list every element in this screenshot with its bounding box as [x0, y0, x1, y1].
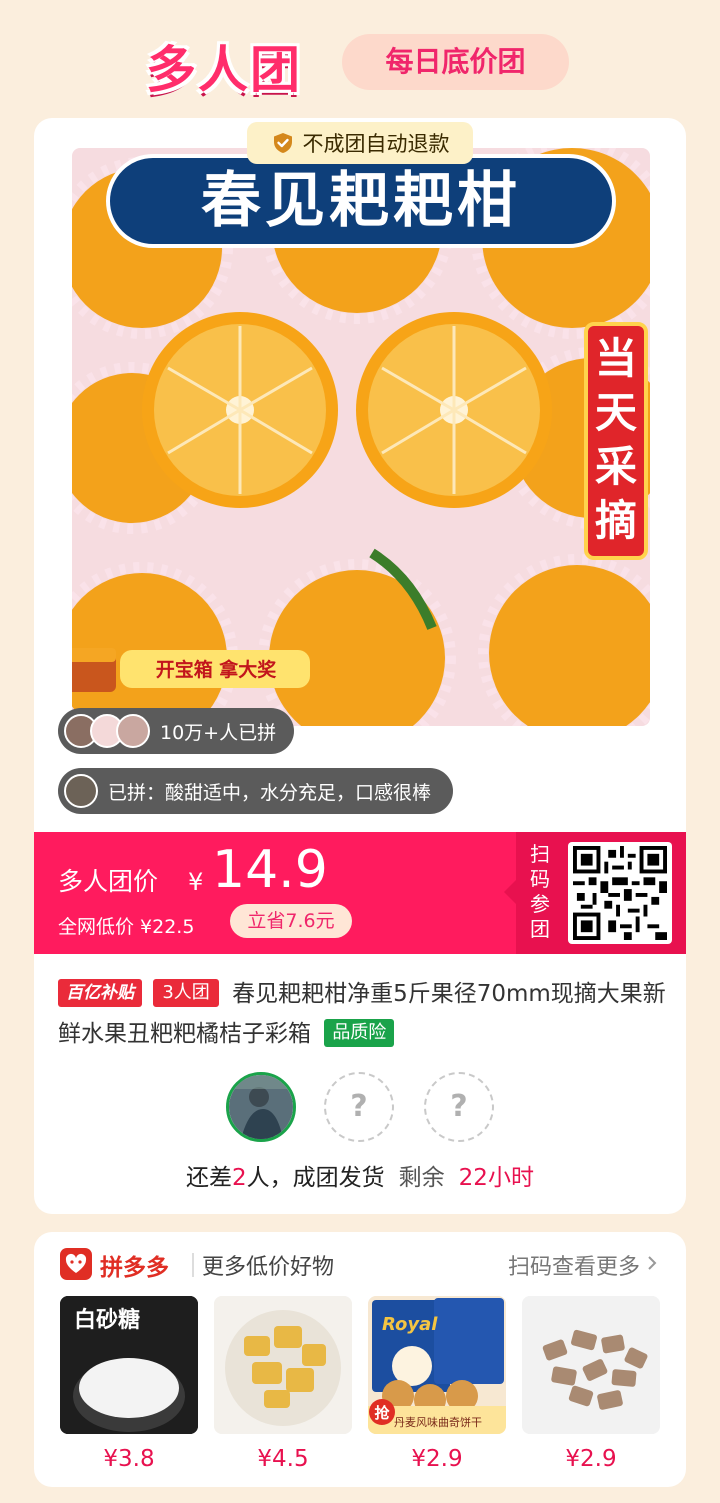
- product-price: ¥4.5: [257, 1446, 309, 1472]
- currency-symbol: ¥: [188, 868, 204, 896]
- status-prefix: 还差: [186, 1165, 233, 1191]
- group-size-badge: 3人团: [153, 979, 219, 1007]
- save-amount-badge: 立省7.6元: [230, 904, 352, 938]
- divider: [192, 1253, 194, 1277]
- time-left-value: 22小时: [458, 1165, 534, 1191]
- crackers-image: [522, 1296, 660, 1434]
- scan-to-join-label: 扫码参团: [530, 842, 550, 941]
- product-title-block[interactable]: 百亿补贴 3人团 春见耙耙柑净重5斤果径70mm现摘大果新鲜水果丑粑粑橘桔子彩箱…: [58, 974, 668, 1054]
- product-price: ¥2.9: [411, 1446, 463, 1472]
- joined-count-pill: 10万+人已拼: [58, 708, 295, 754]
- pinduoduo-logo-icon: [60, 1248, 92, 1280]
- picked-today-tag: 当天采摘: [594, 334, 637, 545]
- treasure-promo-text[interactable]: 开宝箱 拿大奖: [126, 656, 306, 684]
- product-price: ¥2.9: [565, 1446, 617, 1472]
- product-price: ¥3.8: [103, 1446, 155, 1472]
- status-suffix: 人，成团发货: [246, 1165, 385, 1191]
- grab-tag: 抢: [374, 1404, 390, 1422]
- qr-code[interactable]: [568, 842, 672, 944]
- group-status: 还差2人，成团发货 剩余 22小时: [34, 1158, 686, 1192]
- participant-photo: [229, 1075, 293, 1139]
- empty-slot-1[interactable]: ?: [324, 1072, 394, 1142]
- cookie-brand-label: Royal: [382, 1314, 438, 1335]
- product-item[interactable]: Royal 抢 丹麦风味曲奇饼干 ¥2.9: [368, 1296, 506, 1472]
- cookie-caption: 丹麦风味曲奇饼干: [394, 1416, 482, 1429]
- product-thumbnail: [214, 1296, 352, 1434]
- product-thumbnail: 白砂糖: [60, 1296, 198, 1434]
- joined-avatars: [64, 714, 150, 748]
- joined-count-text: 10万+人已拼: [160, 721, 277, 744]
- product-banner-text: 春见耙耙柑: [201, 166, 521, 236]
- refund-guarantee-text: 不成团自动退款: [302, 132, 450, 156]
- daily-lowest-price-tab[interactable]: 每日底价团: [342, 34, 569, 90]
- group-price-value: 14.9: [212, 840, 328, 900]
- participant-avatar: [226, 1072, 296, 1142]
- product-item[interactable]: 白砂糖 ¥3.8: [60, 1296, 198, 1472]
- product-item[interactable]: ¥2.9: [522, 1296, 660, 1472]
- review-text: 已拼：酸甜适中，水分充足，口感很棒: [108, 781, 432, 804]
- recommend-title: 更多低价好物: [202, 1255, 335, 1280]
- duorentuan-logo: 多人团: [146, 41, 302, 99]
- subsidy-badge: 百亿补贴: [58, 979, 142, 1007]
- product-thumbnail: Royal 抢 丹麦风味曲奇饼干: [368, 1296, 506, 1434]
- product-item[interactable]: ¥4.5: [214, 1296, 352, 1472]
- pinduoduo-brand: 拼多多: [100, 1255, 169, 1281]
- avatar: [116, 714, 150, 748]
- product-card: 不成团自动退款 春见耙耙柑 当天采摘 开宝箱 拿大奖 10万+人已拼 已拼：酸甜…: [34, 118, 686, 1214]
- group-price-label: 多人团价: [58, 867, 159, 896]
- scan-to-join[interactable]: 扫码参团: [504, 832, 686, 954]
- product-thumbnail: [522, 1296, 660, 1434]
- shield-check-icon: [273, 133, 292, 153]
- price-band: 多人团价 ¥ 14.9 全网低价 ¥22.5 立省7.6元 扫码参团: [34, 832, 686, 954]
- time-left-label: 剩余: [398, 1165, 445, 1191]
- market-low-price: 全网低价 ¥22.5: [58, 916, 195, 938]
- qr-code-icon: [573, 846, 667, 940]
- sugar-label: 白砂糖: [74, 1308, 141, 1333]
- page-header: 多人团 每日底价团: [0, 22, 720, 102]
- review-pill: 已拼：酸甜适中，水分充足，口感很棒: [58, 768, 454, 814]
- qr-notch: [504, 880, 516, 904]
- quality-insurance-badge: 品质险: [324, 1019, 395, 1047]
- chevron-right-icon: [648, 1256, 657, 1270]
- recommend-card: 拼多多 更多低价好物 扫码查看更多 白砂糖 ¥3.8 ¥4.5 Royal 抢 …: [34, 1232, 686, 1487]
- product-image[interactable]: 春见耙耙柑 当天采摘 开宝箱 拿大奖: [72, 148, 650, 726]
- remaining-people: 2: [232, 1165, 247, 1191]
- ginger-image: [214, 1296, 352, 1434]
- empty-slot-2[interactable]: ?: [424, 1072, 494, 1142]
- reviewer-avatar: [64, 774, 98, 808]
- scan-more-link[interactable]: 扫码查看更多: [508, 1249, 640, 1281]
- refund-guarantee-tag: 不成团自动退款: [247, 122, 473, 164]
